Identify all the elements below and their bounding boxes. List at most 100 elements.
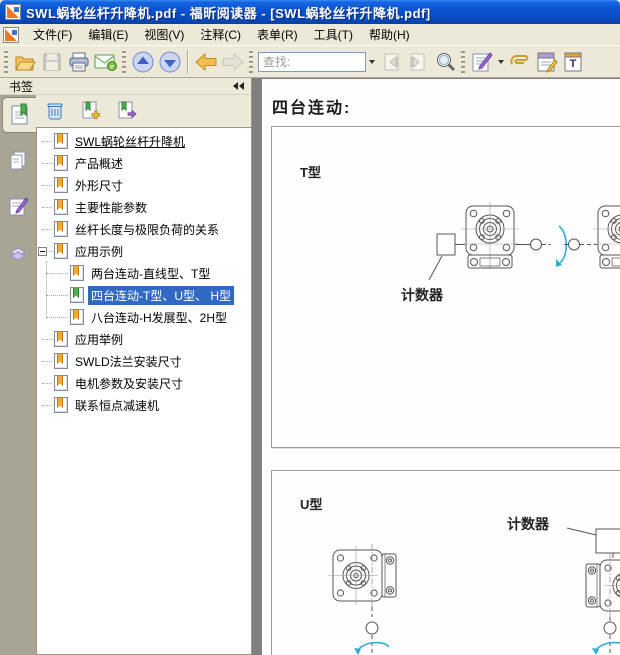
tab-pages[interactable] bbox=[3, 145, 33, 177]
collapse-panel-button[interactable] bbox=[232, 81, 245, 91]
find-next-button[interactable] bbox=[404, 48, 431, 75]
window-title: SWL蜗轮丝杆升降机.pdf - 福昕阅读器 - [SWL蜗轮丝杆升降机.pdf… bbox=[26, 3, 431, 22]
open-folder-icon bbox=[13, 51, 37, 73]
add-bookmark-icon bbox=[80, 100, 102, 122]
bookmarks-tab-icon bbox=[9, 103, 31, 127]
bookmark-item[interactable]: 主要性能参数 bbox=[37, 196, 251, 218]
go-back-button[interactable] bbox=[192, 48, 219, 75]
bookmark-item[interactable]: SWLD法兰安装尺寸 bbox=[37, 350, 251, 372]
menu-tools[interactable]: 工具(T) bbox=[306, 24, 361, 45]
next-page-button[interactable] bbox=[156, 48, 183, 75]
bookmark-item-selected[interactable]: 四台连动-T型、U型、 H型 bbox=[37, 284, 251, 306]
bookmark-icon bbox=[54, 353, 68, 369]
toolbar-grip[interactable] bbox=[4, 51, 8, 73]
toolbar-grip[interactable] bbox=[122, 51, 126, 73]
bookmark-icon bbox=[54, 199, 68, 215]
bookmark-icon bbox=[54, 177, 68, 193]
menu-file[interactable]: 文件(F) bbox=[25, 24, 80, 45]
search-button[interactable] bbox=[431, 48, 458, 75]
commenting-tools-button[interactable] bbox=[468, 48, 495, 75]
commenting-tools-dropdown[interactable] bbox=[495, 53, 506, 71]
menu-comment[interactable]: 注释(C) bbox=[192, 24, 249, 45]
print-button[interactable] bbox=[65, 48, 92, 75]
text-tool-button[interactable]: T bbox=[560, 48, 587, 75]
open-button[interactable] bbox=[11, 48, 38, 75]
bookmark-item[interactable]: 联系恒点减速机 bbox=[37, 394, 251, 416]
search-icon bbox=[433, 50, 457, 74]
bookmarks-tree-column: SWL蜗轮丝杆升降机 产品概述 外形尺寸 主要性能参数 丝杆长度与极限负荷的关系… bbox=[36, 95, 251, 655]
bookmark-options-button[interactable] bbox=[115, 99, 139, 123]
title-bar: SWL蜗轮丝杆升降机.pdf - 福昕阅读器 - [SWL蜗轮丝杆升降机.pdf… bbox=[0, 0, 620, 24]
bookmark-icon bbox=[54, 155, 68, 171]
bookmarks-tree: SWL蜗轮丝杆升降机 产品概述 外形尺寸 主要性能参数 丝杆长度与极限负荷的关系… bbox=[36, 127, 251, 655]
bookmark-item[interactable]: 应用示例 bbox=[37, 240, 251, 262]
bookmark-item[interactable]: 应用举例 bbox=[37, 328, 251, 350]
document-icon[interactable] bbox=[3, 27, 19, 43]
find-next-icon bbox=[406, 51, 430, 73]
find-dropdown[interactable] bbox=[366, 53, 377, 71]
bookmark-icon bbox=[54, 243, 68, 259]
delete-bookmark-button[interactable] bbox=[43, 99, 67, 123]
page-down-icon bbox=[158, 50, 182, 74]
expand-bookmark-icon bbox=[116, 100, 138, 122]
find-input[interactable] bbox=[258, 52, 366, 72]
page-heading: 四台连动: bbox=[272, 94, 351, 118]
bookmarks-toolbar bbox=[36, 95, 251, 127]
bookmark-icon bbox=[54, 397, 68, 413]
go-forward-button[interactable] bbox=[219, 48, 246, 75]
bookmark-item[interactable]: 丝杆长度与极限负荷的关系 bbox=[37, 218, 251, 240]
layers-tab-icon bbox=[7, 242, 29, 264]
bookmark-item[interactable]: 产品概述 bbox=[37, 152, 251, 174]
page-up-icon bbox=[131, 50, 155, 74]
tree-branch-line bbox=[46, 261, 47, 317]
add-bookmark-button[interactable] bbox=[79, 99, 103, 123]
tab-bookmarks[interactable] bbox=[2, 97, 36, 133]
note-button[interactable] bbox=[533, 48, 560, 75]
typewriter-icon: T bbox=[562, 50, 586, 74]
app-icon bbox=[5, 4, 21, 20]
menu-edit[interactable]: 编辑(E) bbox=[80, 24, 136, 45]
toolbar-grip[interactable] bbox=[461, 51, 465, 73]
paperclip-icon bbox=[507, 50, 532, 74]
previous-page-button[interactable] bbox=[129, 48, 156, 75]
comments-tab-icon bbox=[7, 195, 29, 219]
notepad-icon bbox=[535, 50, 559, 74]
toolbar-grip[interactable] bbox=[249, 51, 253, 73]
bookmark-icon bbox=[54, 375, 68, 391]
menu-view[interactable]: 视图(V) bbox=[136, 24, 192, 45]
email-icon: e bbox=[93, 51, 118, 73]
bookmark-item[interactable]: 八台连动-H发展型、2H型 bbox=[37, 306, 251, 328]
bookmark-icon bbox=[70, 265, 84, 281]
forward-arrow-icon bbox=[220, 51, 245, 73]
find-previous-button[interactable] bbox=[377, 48, 404, 75]
printer-icon bbox=[67, 51, 91, 73]
double-left-arrow-icon bbox=[233, 82, 238, 90]
bookmark-icon bbox=[70, 309, 84, 325]
bookmark-item[interactable]: SWL蜗轮丝杆升降机 bbox=[37, 130, 251, 152]
note-pencil-icon bbox=[470, 50, 494, 74]
find-previous-icon bbox=[379, 51, 403, 73]
menu-form[interactable]: 表单(R) bbox=[249, 24, 306, 45]
pdf-page: 四台连动: T型 bbox=[262, 79, 620, 655]
main-area: 书签 bbox=[0, 78, 620, 655]
save-button[interactable] bbox=[38, 48, 65, 75]
email-button[interactable]: e bbox=[92, 48, 119, 75]
bookmark-item[interactable]: 电机参数及安装尺寸 bbox=[37, 372, 251, 394]
save-icon bbox=[41, 51, 63, 73]
document-view[interactable]: 四台连动: T型 bbox=[252, 78, 620, 655]
panel-header: 书签 bbox=[0, 78, 251, 95]
t-type-figure: T型 bbox=[271, 126, 620, 448]
counter-label: 计数器 bbox=[507, 514, 549, 534]
bookmark-item[interactable]: 两台连动-直线型、T型 bbox=[37, 262, 251, 284]
app-window: SWL蜗轮丝杆升降机.pdf - 福昕阅读器 - [SWL蜗轮丝杆升降机.pdf… bbox=[0, 0, 620, 655]
menu-help[interactable]: 帮助(H) bbox=[361, 24, 418, 45]
attach-file-button[interactable] bbox=[506, 48, 533, 75]
panel-title: 书签 bbox=[9, 78, 33, 95]
bookmark-icon bbox=[54, 133, 68, 149]
double-left-arrow-icon bbox=[239, 82, 244, 90]
tab-comments[interactable] bbox=[3, 191, 33, 223]
collapse-minus-icon[interactable] bbox=[38, 247, 47, 256]
bookmark-item[interactable]: 外形尺寸 bbox=[37, 174, 251, 196]
tab-layers[interactable] bbox=[3, 237, 33, 269]
u-type-figure: U型 bbox=[271, 470, 620, 655]
